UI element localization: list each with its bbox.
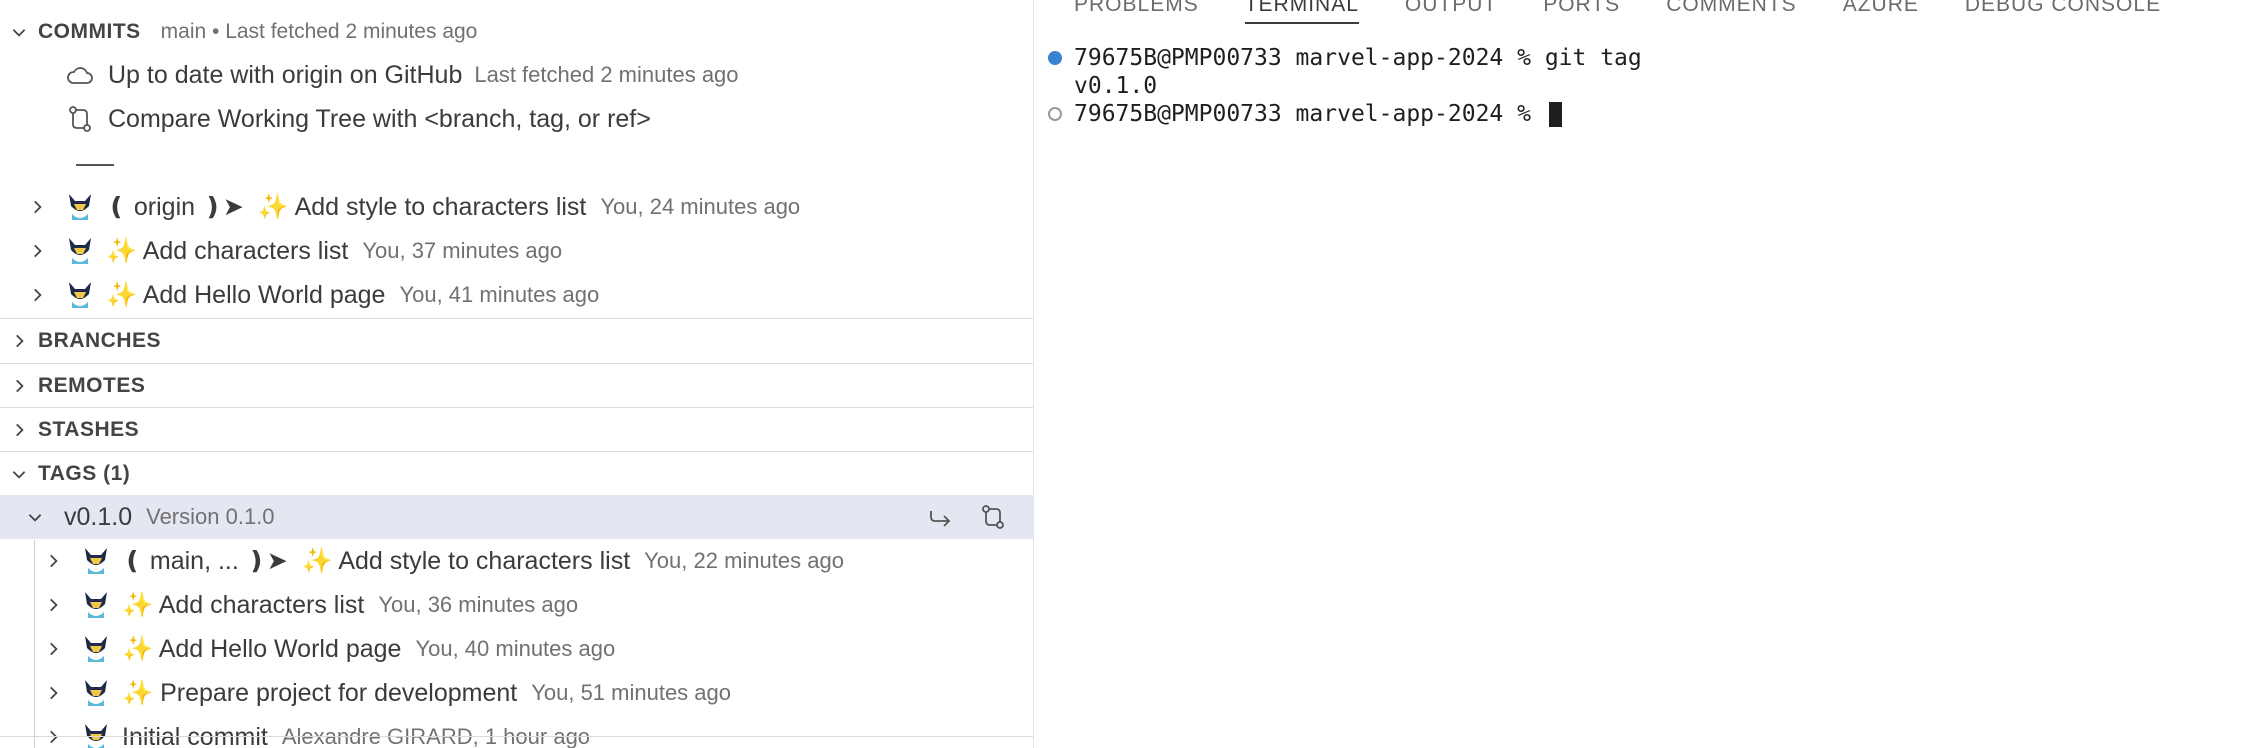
chevron-right-icon [40, 636, 66, 662]
tag-commit-row[interactable]: ✨ Add characters list You, 36 minutes ag… [0, 583, 1033, 627]
chevron-right-icon [6, 417, 32, 443]
terminal-line: v0.1.0 [1048, 72, 1642, 100]
stashes-section-title: STASHES [38, 418, 140, 441]
commit-row[interactable]: ✨ Add Hello World page You, 41 minutes a… [0, 273, 1033, 317]
commit-meta: You, 24 minutes ago [600, 194, 801, 219]
tag-actions [927, 503, 1007, 538]
avatar [82, 590, 110, 620]
tag-row[interactable]: v0.1.0 Version 0.1.0 [0, 495, 1033, 539]
terminal-line: 79675B@PMP00733 marvel-app-2024 % git ta… [1048, 44, 1642, 72]
git-sidebar: COMMITS main • Last fetched 2 minutes ag… [0, 0, 1034, 748]
commits-section-header[interactable]: COMMITS main • Last fetched 2 minutes ag… [0, 10, 1033, 54]
tag-commit-row[interactable]: ✨ Prepare project for development You, 5… [0, 671, 1033, 715]
avatar [66, 236, 94, 266]
chevron-right-icon [6, 373, 32, 399]
remotes-section-title: REMOTES [38, 374, 146, 397]
tab-ports[interactable]: PORTS [1543, 0, 1620, 22]
commit-branch-label: ❪ main, ... ❫➤ [122, 547, 288, 575]
avatar [82, 634, 110, 664]
chevron-right-icon [6, 328, 32, 354]
commits-section-title: COMMITS [38, 20, 141, 43]
avatar [82, 678, 110, 708]
commit-title: ✨ Add characters list [106, 236, 349, 265]
avatar [66, 280, 94, 310]
terminal-line: 79675B@PMP00733 marvel-app-2024 % [1048, 100, 1642, 128]
commit-title: ✨ Add characters list [122, 590, 365, 619]
chevron-right-icon [24, 282, 50, 308]
commit-title: ✨ Add Hello World page [106, 280, 386, 309]
avatar [82, 546, 110, 576]
terminal-command: git tag [1544, 45, 1642, 71]
chevron-right-icon [40, 548, 66, 574]
sync-status-label: Up to date with origin on GitHub [108, 60, 463, 89]
tag-description: Version 0.1.0 [146, 504, 275, 529]
panel-tabs: PROBLEMS TERMINAL OUTPUT PORTS COMMENTS … [1074, 0, 2207, 24]
commit-meta: You, 40 minutes ago [415, 636, 616, 661]
command-pending-dot-icon[interactable] [1048, 107, 1062, 121]
stashes-section-header[interactable]: STASHES [0, 408, 1033, 452]
horizontal-scrollbar[interactable] [0, 736, 1033, 737]
terminal-cursor [1548, 101, 1562, 127]
switch-to-tag-icon[interactable] [927, 503, 955, 538]
commit-row[interactable]: ❪ origin ❫➤ ✨ Add style to characters li… [0, 185, 1033, 229]
compare-changes-icon [66, 104, 94, 134]
commit-meta: You, 36 minutes ago [378, 592, 579, 617]
sync-status-meta: Last fetched 2 minutes ago [474, 62, 739, 87]
sync-status-row[interactable]: Up to date with origin on GitHub Last fe… [0, 53, 1033, 97]
commit-title: ✨ Add Hello World page [122, 634, 402, 663]
tab-azure[interactable]: AZURE [1843, 0, 1919, 22]
branches-section-header[interactable]: BRANCHES [0, 319, 1033, 363]
commit-meta: You, 37 minutes ago [362, 238, 563, 263]
tags-section-header[interactable]: TAGS (1) [0, 452, 1033, 496]
bottom-panel: PROBLEMS TERMINAL OUTPUT PORTS COMMENTS … [1034, 0, 2242, 748]
commit-branch-label: ❪ origin ❫➤ [106, 193, 244, 221]
avatar [82, 722, 110, 748]
terminal-output-text: v0.1.0 [1074, 73, 1158, 99]
tab-comments[interactable]: COMMENTS [1666, 0, 1797, 22]
compare-working-tree-row[interactable]: Compare Working Tree with <branch, tag, … [0, 97, 1033, 141]
tab-terminal[interactable]: TERMINAL [1244, 0, 1359, 24]
commit-title: ✨ Add style to characters list [301, 546, 631, 575]
divider-line [76, 164, 114, 166]
compare-working-tree-label: Compare Working Tree with <branch, tag, … [108, 104, 651, 133]
commit-meta: You, 41 minutes ago [399, 282, 600, 307]
tag-commit-row[interactable]: ✨ Add Hello World page You, 40 minutes a… [0, 627, 1033, 671]
tab-problems[interactable]: PROBLEMS [1074, 0, 1199, 22]
chevron-right-icon [40, 680, 66, 706]
chevron-down-icon [6, 461, 32, 487]
chevron-right-icon [24, 238, 50, 264]
cloud-icon [66, 64, 94, 86]
chevron-down-icon [22, 504, 48, 530]
commits-section-meta: main • Last fetched 2 minutes ago [160, 20, 478, 43]
commit-meta: You, 51 minutes ago [531, 680, 732, 705]
tag-name: v0.1.0 [64, 502, 133, 531]
compare-with-tag-icon[interactable] [979, 503, 1007, 538]
tags-section-title: TAGS (1) [38, 462, 131, 485]
terminal-prompt: 79675B@PMP00733 marvel-app-2024 % [1074, 101, 1545, 127]
avatar [66, 192, 94, 222]
terminal-prompt: 79675B@PMP00733 marvel-app-2024 % [1074, 45, 1545, 71]
commit-row[interactable]: ✨ Add characters list You, 37 minutes ag… [0, 229, 1033, 273]
terminal-output[interactable]: 79675B@PMP00733 marvel-app-2024 % git ta… [1048, 44, 1642, 128]
tag-commit-row[interactable]: ❪ main, ... ❫➤ ✨ Add style to characters… [0, 539, 1033, 583]
commit-title: ✨ Prepare project for development [122, 678, 518, 707]
tab-debug-console[interactable]: DEBUG CONSOLE [1965, 0, 2161, 22]
branches-section-title: BRANCHES [38, 329, 162, 352]
chevron-right-icon [24, 194, 50, 220]
tag-commit-row[interactable]: Initial commit Alexandre GIRARD, 1 hour … [0, 715, 1033, 748]
remotes-section-header[interactable]: REMOTES [0, 364, 1033, 408]
chevron-right-icon [40, 592, 66, 618]
commit-title: ✨ Add style to characters list [257, 192, 587, 221]
tab-output[interactable]: OUTPUT [1405, 0, 1497, 22]
command-success-dot-icon[interactable] [1048, 51, 1062, 65]
chevron-down-icon [6, 19, 32, 45]
commit-meta: You, 22 minutes ago [644, 548, 844, 573]
